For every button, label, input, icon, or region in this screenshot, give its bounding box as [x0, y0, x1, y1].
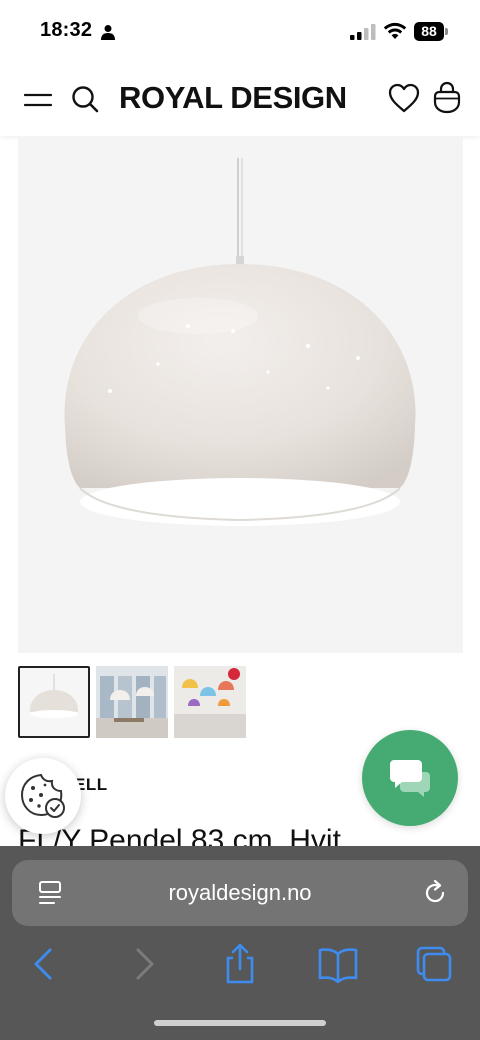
thumbnail-1[interactable]	[18, 666, 90, 738]
bookmarks-icon[interactable]	[316, 942, 360, 986]
browser-chrome: royaldesign.no	[0, 846, 480, 1040]
url-text[interactable]: royaldesign.no	[12, 860, 468, 926]
brand-logo[interactable]: ROYAL DESIGN	[119, 78, 347, 118]
share-icon[interactable]	[218, 942, 262, 986]
thumbnail-2[interactable]	[96, 666, 168, 738]
heart-icon[interactable]	[387, 82, 421, 114]
wifi-icon	[383, 22, 407, 39]
browser-toolbar	[0, 942, 480, 990]
status-bar: 18:32 88	[0, 0, 480, 64]
signal-icon	[350, 24, 376, 40]
home-indicator[interactable]	[154, 1020, 326, 1026]
back-icon[interactable]	[22, 942, 66, 986]
product-image[interactable]	[18, 136, 463, 653]
reload-icon[interactable]	[422, 880, 448, 906]
chat-button[interactable]	[362, 730, 458, 826]
thumbnail-interior-image	[96, 666, 168, 738]
thumbnail-3[interactable]	[174, 666, 246, 738]
thumbnail-pendant-image	[20, 668, 88, 736]
thumbnail-colorful-image	[174, 666, 246, 738]
battery-icon: 88	[414, 22, 448, 41]
chat-icon	[390, 760, 430, 797]
cookie-settings-button[interactable]	[5, 758, 81, 834]
battery-cap	[445, 28, 448, 35]
tabs-icon[interactable]	[412, 942, 456, 986]
forward-icon[interactable]	[122, 942, 166, 986]
screen: 18:32 88 ROYAL DESIGN ELL FL/Y Pendel 83…	[0, 0, 480, 1040]
person-icon	[101, 25, 115, 40]
pendant-lamp-image	[64, 158, 416, 526]
battery-level: 88	[421, 23, 437, 39]
menu-icon[interactable]	[24, 89, 52, 111]
thumbnail-strip	[18, 666, 258, 738]
status-time: 18:32	[40, 19, 93, 41]
cookie-icon	[20, 773, 65, 818]
search-icon[interactable]	[70, 84, 100, 114]
address-bar[interactable]: royaldesign.no	[12, 860, 468, 926]
site-header: ROYAL DESIGN	[0, 64, 480, 136]
bag-icon[interactable]	[431, 80, 463, 114]
